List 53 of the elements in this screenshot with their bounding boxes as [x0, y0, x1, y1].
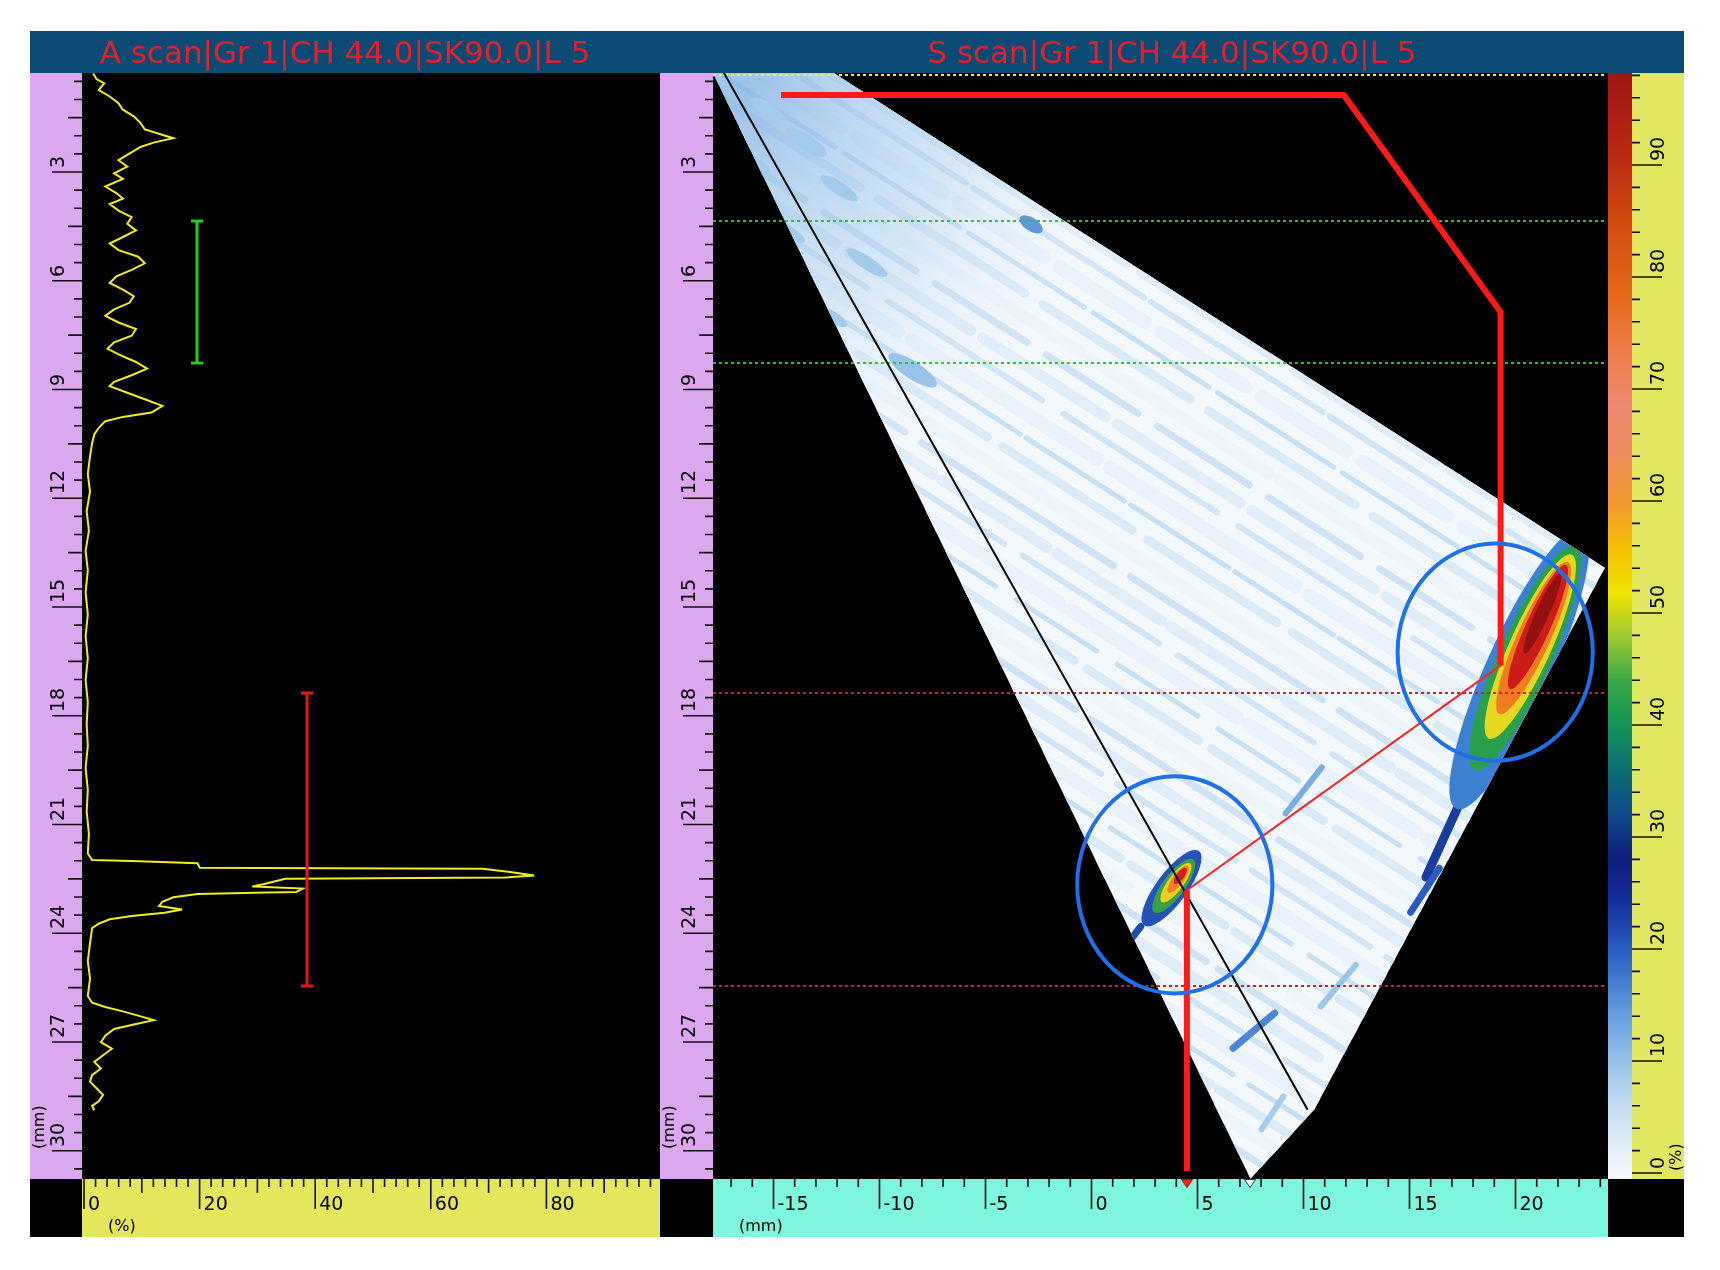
unit-label: (mm): [30, 1105, 47, 1149]
scale-label: 24: [48, 905, 67, 930]
scale-label: 30: [679, 1122, 698, 1147]
scale-label: 80: [550, 1194, 575, 1213]
scale-label: 60: [1648, 472, 1667, 497]
unit-label: (%): [108, 1217, 136, 1234]
scale-label: 3: [48, 155, 67, 168]
scale-label: 40: [1648, 696, 1667, 721]
scale-label: 6: [48, 264, 67, 277]
scale-label: 0: [88, 1194, 101, 1213]
scale-label: 20: [1519, 1194, 1544, 1213]
triangle-marker-icon[interactable]: [1244, 1179, 1256, 1188]
scale-label: 12: [48, 470, 67, 495]
scale-label: 6: [679, 264, 698, 277]
unit-label: (mm): [660, 1105, 677, 1149]
scale-label: -10: [883, 1194, 915, 1213]
scale-label: 0: [1095, 1194, 1108, 1213]
scale-label: 18: [679, 687, 698, 712]
scale-label: 30: [48, 1122, 67, 1147]
scale-label: 50: [1648, 584, 1667, 609]
scale-label: -15: [777, 1194, 809, 1213]
scale-label: 20: [203, 1194, 228, 1213]
scale-label: 30: [1648, 808, 1667, 833]
scale-label: 21: [48, 796, 67, 821]
scale-label: 21: [679, 796, 698, 821]
scale-label: 60: [434, 1194, 459, 1213]
scale-label: 18: [48, 687, 67, 712]
scale-label: 70: [1648, 360, 1667, 385]
scale-label: 5: [1201, 1194, 1214, 1213]
triangle-marker-icon[interactable]: [1181, 1179, 1193, 1188]
scale-label: 27: [679, 1013, 698, 1038]
scale-label: 24: [679, 905, 698, 930]
beam-cursor-line[interactable]: [723, 73, 1309, 1111]
scale-label: 9: [679, 373, 698, 386]
panel-title: S scan|Gr 1|CH 44.0|SK90.0|L 5: [927, 34, 1417, 70]
scale-label: -5: [989, 1194, 1009, 1213]
scale-label: 10: [1307, 1194, 1332, 1213]
scale-label: 80: [1648, 248, 1667, 273]
scale-label: 0: [1648, 1156, 1667, 1169]
scale-label: 10: [1648, 1032, 1667, 1057]
unit-label: (mm): [739, 1217, 783, 1234]
scale-label: 3: [679, 155, 698, 168]
scale-label: 27: [48, 1013, 67, 1038]
scale-label: 90: [1648, 136, 1667, 161]
scale-label: 12: [679, 470, 698, 495]
scale-label: 15: [1413, 1194, 1438, 1213]
scale-label: 40: [319, 1194, 344, 1213]
scale-label: 15: [48, 578, 67, 603]
unit-label: (%): [1667, 1143, 1684, 1171]
scale-label: 20: [1648, 920, 1667, 945]
scale-label: 9: [48, 373, 67, 386]
scale-label: 15: [679, 578, 698, 603]
panel-title: A scan|Gr 1|CH 44.0|SK90.0|L 5: [99, 34, 591, 70]
